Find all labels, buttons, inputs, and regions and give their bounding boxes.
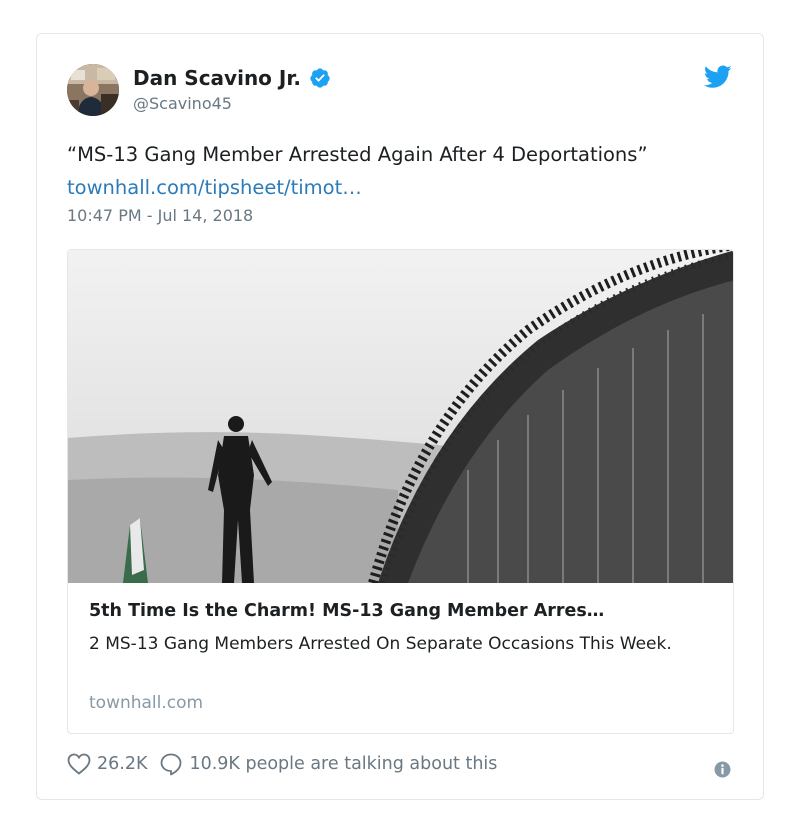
speech-bubble-icon[interactable] [159, 752, 183, 776]
card-title[interactable]: 5th Time Is the Charm! MS-13 Gang Member… [89, 601, 719, 621]
tweet-actions: 26.2K 10.9K people are talking about thi… [67, 752, 509, 776]
card-domain[interactable]: townhall.com [89, 693, 203, 713]
talking-count: 10.9K people are talking about this [189, 754, 498, 774]
twitter-bird-icon[interactable] [704, 65, 732, 89]
author-name[interactable]: Dan Scavino Jr. [133, 66, 331, 90]
heart-icon[interactable] [67, 753, 91, 775]
verified-badge-icon [310, 68, 330, 88]
tweet-body: “MS-13 Gang Member Arrested Again After … [67, 143, 648, 166]
avatar[interactable] [67, 64, 119, 116]
tweet-link[interactable]: townhall.com/tipsheet/timot… [67, 176, 362, 199]
author-name-text[interactable]: Dan Scavino Jr. [133, 66, 301, 90]
reply-action[interactable]: 10.9K people are talking about this [159, 752, 497, 776]
card-image[interactable] [68, 250, 734, 583]
tweet-timestamp[interactable]: 10:47 PM - Jul 14, 2018 [67, 206, 253, 225]
embedded-tweet: Dan Scavino Jr. @Scavino45 “MS-13 Gang M… [36, 33, 764, 800]
like-count: 26.2K [97, 754, 148, 774]
info-icon[interactable] [714, 761, 731, 778]
author-handle[interactable]: @Scavino45 [133, 94, 232, 113]
tweet-text: “MS-13 Gang Member Arrested Again After … [67, 138, 727, 204]
like-action[interactable]: 26.2K [67, 753, 147, 775]
link-card[interactable]: 5th Time Is the Charm! MS-13 Gang Member… [67, 249, 734, 734]
card-description: 2 MS-13 Gang Members Arrested On Separat… [89, 634, 672, 654]
